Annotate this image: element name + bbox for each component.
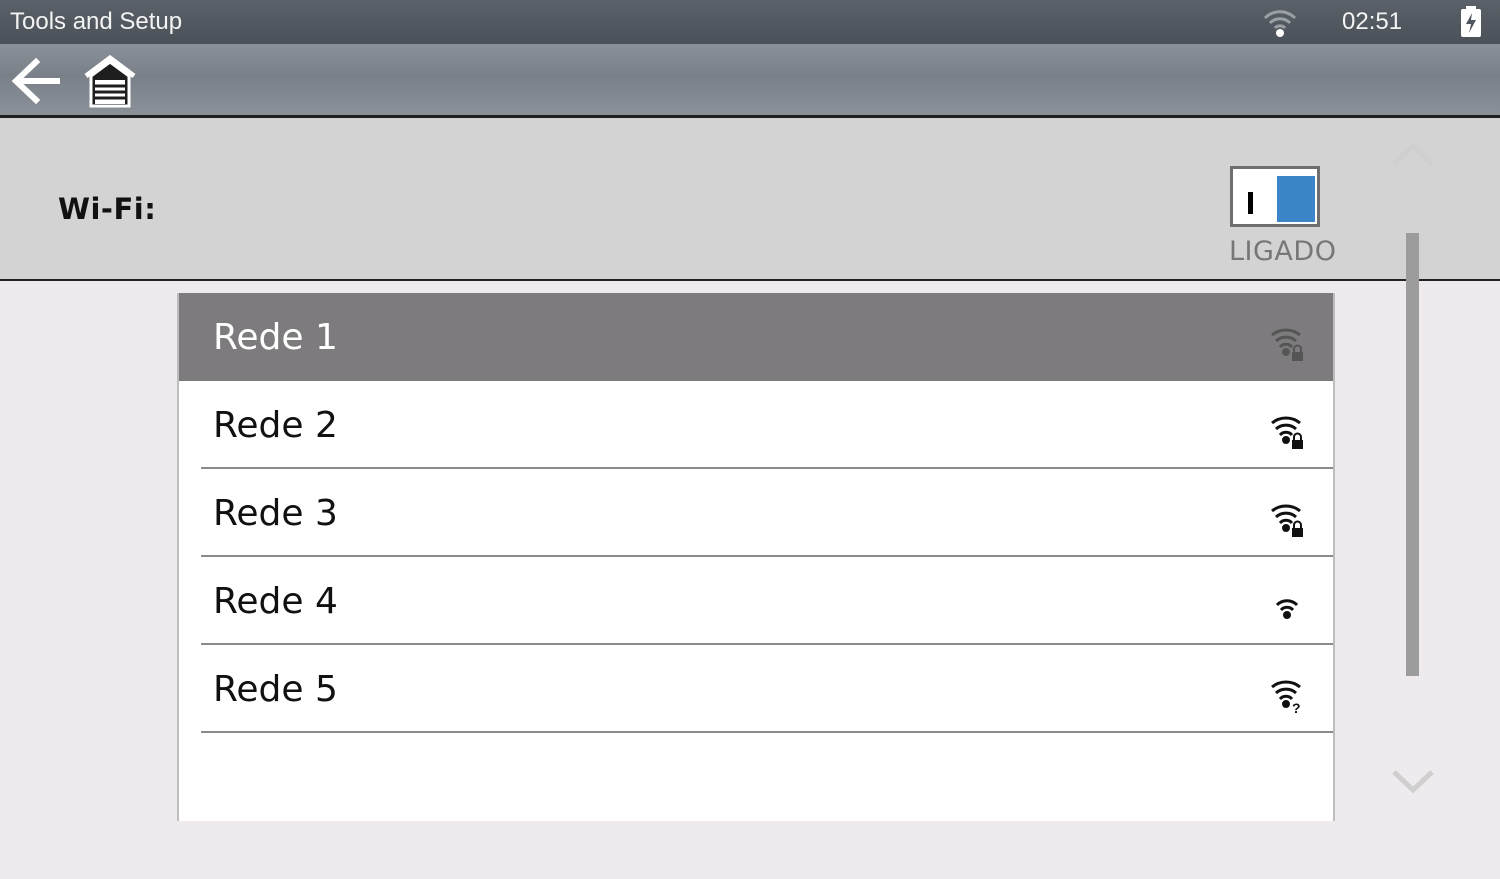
scrollbar[interactable] [1406,233,1419,676]
wifi-unknown-icon: ? [1271,680,1301,715]
battery-charging-icon [1461,6,1481,37]
network-name: Rede 1 [213,317,338,358]
wifi-label: Wi-Fi: [58,192,157,226]
network-name: Rede 5 [213,669,338,710]
network-name: Rede 4 [213,581,338,622]
toolbar [0,44,1500,118]
wifi-icon [1263,10,1297,37]
network-list: Rede 1 Rede 2 Rede 3 Rede 4 Rede 5 ? [177,293,1335,821]
wifi-locked-icon [1271,504,1303,537]
status-bar: Tools and Setup 02:51 [0,0,1500,44]
wifi-locked-icon [1271,328,1303,361]
network-name: Rede 2 [213,405,338,446]
chevron-down-icon[interactable] [1390,766,1436,796]
wifi-icon [1275,599,1299,619]
toggle-on-mark [1248,192,1253,214]
wifi-locked-icon [1271,416,1303,449]
network-name: Rede 3 [213,493,338,534]
svg-text:?: ? [1292,700,1301,715]
network-item-rede-2[interactable]: Rede 2 [179,381,1333,469]
chevron-up-icon[interactable] [1390,140,1436,170]
wifi-toggle[interactable] [1230,166,1320,227]
network-item-rede-3[interactable]: Rede 3 [179,469,1333,557]
toggle-knob [1277,176,1315,222]
network-item-rede-4[interactable]: Rede 4 [179,557,1333,645]
clock: 02:51 [1342,8,1403,35]
app-title: Tools and Setup [10,8,183,35]
home-icon[interactable] [82,54,138,110]
network-item-rede-5[interactable]: Rede 5 ? [179,645,1333,733]
network-item-rede-1[interactable]: Rede 1 [179,293,1333,381]
back-arrow-icon[interactable] [10,56,64,106]
wifi-header: Wi-Fi: LIGADO [0,118,1500,281]
wifi-toggle-state: LIGADO [1229,236,1337,267]
divider [201,731,1333,733]
